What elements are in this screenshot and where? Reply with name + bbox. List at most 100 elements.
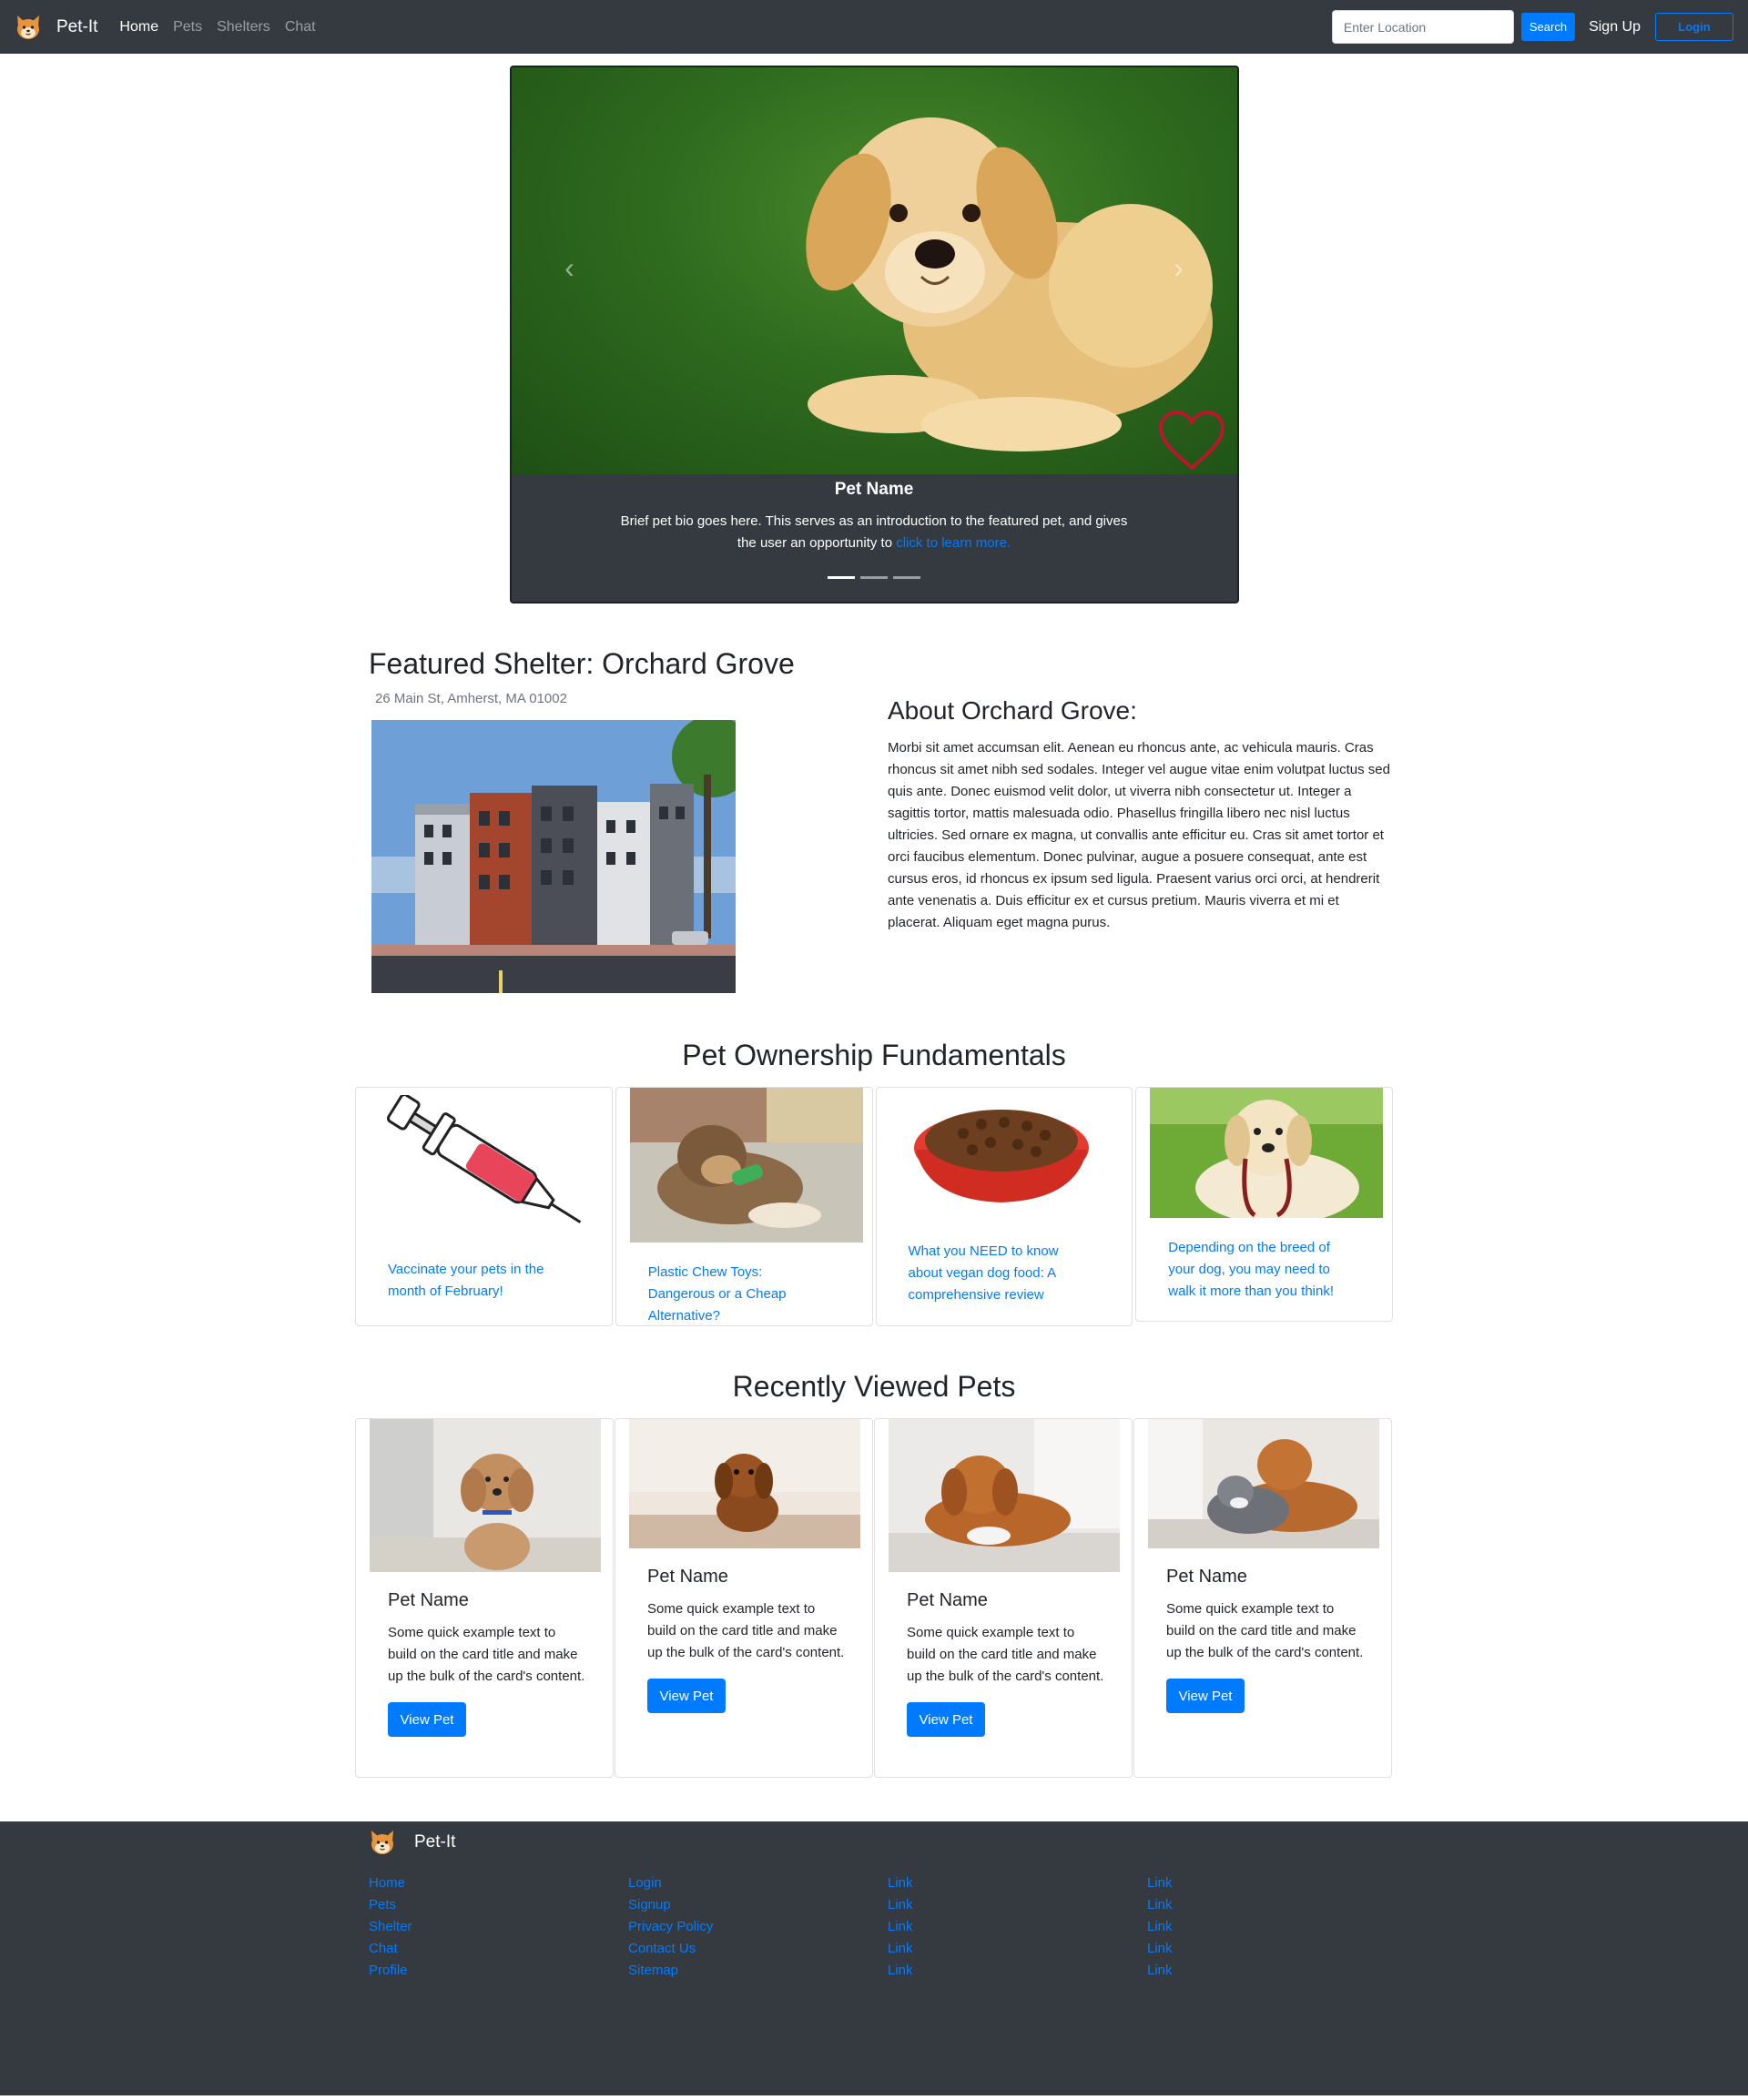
search-button[interactable]: Search bbox=[1520, 13, 1576, 41]
pet-description: Some quick example text to build on the … bbox=[907, 1625, 1104, 1684]
syringe-icon bbox=[386, 1095, 582, 1223]
carousel-next-icon[interactable]: › bbox=[1161, 249, 1197, 286]
nav-pets[interactable]: Pets bbox=[173, 19, 202, 36]
leash-dog-photo bbox=[1150, 1088, 1384, 1218]
footer-link-chat[interactable]: Chat bbox=[369, 1938, 615, 1960]
nav-right: Search Sign Up Login bbox=[1331, 10, 1733, 44]
carousel-indicator-3[interactable] bbox=[893, 576, 920, 579]
view-pet-button[interactable]: View Pet bbox=[388, 1702, 466, 1737]
nav-shelters[interactable]: Shelters bbox=[217, 19, 270, 36]
featured-pet-name: Pet Name bbox=[834, 480, 914, 499]
learn-more-link[interactable]: click to learn more. bbox=[896, 535, 1011, 551]
brand-name: Pet-It bbox=[56, 16, 98, 36]
pet-card-body: Pet Name Some quick example text to buil… bbox=[647, 1567, 848, 1713]
footer-link[interactable]: Link bbox=[888, 1960, 1133, 1982]
pet-name: Pet Name bbox=[388, 1590, 469, 1610]
main-container: Featured Shelter: Orchard Grove 26 Main … bbox=[355, 647, 1393, 1778]
recent-pets-cards: Pet Name Some quick example text to buil… bbox=[355, 1418, 1393, 1778]
carousel-pet-photo: ‹ › bbox=[511, 67, 1237, 474]
carousel-indicator-2[interactable] bbox=[860, 576, 888, 579]
featured-pet-carousel: ‹ › Pet Name Brief pet bio goes here. Th… bbox=[509, 66, 1239, 604]
footer-link-contact[interactable]: Contact Us bbox=[628, 1938, 874, 1960]
fundamentals-card-text[interactable]: Plastic Chew Toys: Dangerous or a Cheap … bbox=[648, 1262, 830, 1325]
footer-brand[interactable]: Pet-It bbox=[369, 1829, 1393, 1856]
pet-card: Pet Name Some quick example text to buil… bbox=[874, 1418, 1133, 1778]
featured-pet-bio: Brief pet bio goes here. This serves as … bbox=[619, 511, 1129, 554]
footer-link[interactable]: Link bbox=[1147, 1872, 1393, 1894]
shiba-logo-icon bbox=[17, 15, 39, 39]
footer-link[interactable]: Link bbox=[888, 1916, 1133, 1938]
pet-card: Pet Name Some quick example text to buil… bbox=[1133, 1418, 1392, 1778]
nav-home[interactable]: Home bbox=[119, 19, 158, 36]
pet-card: Pet Name Some quick example text to buil… bbox=[615, 1418, 873, 1778]
shelter-building-photo bbox=[371, 720, 736, 993]
shelter-address: 26 Main St, Amherst, MA 01002 bbox=[375, 691, 567, 706]
puppy-illustration bbox=[805, 117, 1213, 451]
footer-link[interactable]: Link bbox=[888, 1894, 1133, 1916]
about-text: Morbi sit amet accumsan elit. Aenean eu … bbox=[888, 740, 1390, 930]
location-input[interactable] bbox=[1331, 10, 1514, 44]
footer-link[interactable]: Link bbox=[888, 1938, 1133, 1960]
nav-chat[interactable]: Chat bbox=[285, 19, 316, 36]
fundamentals-title: Pet Ownership Fundamentals bbox=[682, 1039, 1066, 1071]
fundamentals-card[interactable]: Depending on the breed of your dog, you … bbox=[1135, 1087, 1393, 1322]
view-pet-button[interactable]: View Pet bbox=[907, 1702, 985, 1737]
pet-card-body: Pet Name Some quick example text to buil… bbox=[907, 1590, 1107, 1737]
login-button[interactable]: Login bbox=[1655, 13, 1733, 41]
footer-link[interactable]: Link bbox=[1147, 1938, 1393, 1960]
pet-description: Some quick example text to build on the … bbox=[388, 1625, 585, 1684]
footer-brand-name: Pet-It bbox=[414, 1832, 456, 1851]
pet-name: Pet Name bbox=[907, 1590, 988, 1610]
nav-links: Home Pets Shelters Chat bbox=[119, 19, 330, 36]
fundamentals-card-text[interactable]: Depending on the breed of your dog, you … bbox=[1168, 1237, 1350, 1303]
carousel-indicators bbox=[512, 576, 1237, 579]
bio-text: Brief pet bio goes here. This serves as … bbox=[620, 513, 1128, 551]
footer-link[interactable]: Link bbox=[1147, 1894, 1393, 1916]
view-pet-button[interactable]: View Pet bbox=[1166, 1679, 1245, 1713]
fundamentals-cards: Vaccinate your pets in the month of Febr… bbox=[355, 1087, 1393, 1326]
carousel-indicator-1[interactable] bbox=[828, 576, 855, 579]
view-pet-button[interactable]: View Pet bbox=[647, 1679, 726, 1713]
pet-card-body: Pet Name Some quick example text to buil… bbox=[1166, 1567, 1367, 1713]
footer-column: Home Pets Shelter Chat Profile bbox=[355, 1872, 615, 1982]
footer-link[interactable]: Link bbox=[1147, 1960, 1393, 1982]
pet-photo bbox=[889, 1419, 1120, 1572]
footer: Pet-It Home Pets Shelter Chat Profile Lo… bbox=[0, 1821, 1748, 2095]
brand-link[interactable]: Pet-It bbox=[15, 14, 97, 41]
signup-link[interactable]: Sign Up bbox=[1589, 19, 1641, 36]
footer-link[interactable]: Link bbox=[888, 1872, 1133, 1894]
footer-link-sitemap[interactable]: Sitemap bbox=[628, 1960, 874, 1982]
dog-food-bowl-icon bbox=[913, 1110, 1089, 1202]
featured-shelter: Featured Shelter: Orchard Grove 26 Main … bbox=[355, 647, 1393, 1039]
footer-link-home[interactable]: Home bbox=[369, 1872, 615, 1894]
footer-column: Login Signup Privacy Policy Contact Us S… bbox=[615, 1872, 874, 1982]
pet-card-body: Pet Name Some quick example text to buil… bbox=[388, 1590, 588, 1737]
footer-link-pets[interactable]: Pets bbox=[369, 1894, 615, 1916]
pet-card: Pet Name Some quick example text to buil… bbox=[355, 1418, 614, 1778]
footer-link-login[interactable]: Login bbox=[628, 1872, 874, 1894]
shelter-title: Featured Shelter: Orchard Grove bbox=[369, 647, 795, 680]
building-illustration bbox=[371, 720, 736, 993]
recent-pets-section: Recently Viewed Pets Pet Name Some quick… bbox=[355, 1370, 1393, 1778]
pet-name: Pet Name bbox=[1166, 1567, 1247, 1587]
fundamentals-card-text[interactable]: Vaccinate your pets in the month of Febr… bbox=[388, 1259, 570, 1303]
footer-link-signup[interactable]: Signup bbox=[628, 1894, 874, 1916]
footer-column: Link Link Link Link Link bbox=[874, 1872, 1133, 1982]
pet-description: Some quick example text to build on the … bbox=[1166, 1601, 1364, 1660]
carousel-prev-icon[interactable]: ‹ bbox=[552, 249, 588, 286]
fundamentals-section: Pet Ownership Fundamentals Vaccinate you… bbox=[355, 1039, 1393, 1326]
footer-link-profile[interactable]: Profile bbox=[369, 1960, 615, 1982]
fundamentals-card-text[interactable]: What you NEED to know about vegan dog fo… bbox=[909, 1241, 1091, 1306]
shiba-logo-icon bbox=[371, 1831, 393, 1854]
favorite-heart-icon[interactable] bbox=[1157, 410, 1226, 473]
footer-link-privacy[interactable]: Privacy Policy bbox=[628, 1916, 874, 1938]
pet-name: Pet Name bbox=[647, 1567, 728, 1587]
footer-columns: Home Pets Shelter Chat Profile Login Sig… bbox=[355, 1872, 1393, 1982]
pet-description: Some quick example text to build on the … bbox=[647, 1601, 845, 1660]
fundamentals-card[interactable]: Plastic Chew Toys: Dangerous or a Cheap … bbox=[615, 1087, 873, 1326]
fundamentals-card[interactable]: What you NEED to know about vegan dog fo… bbox=[875, 1087, 1133, 1326]
footer-link-shelter[interactable]: Shelter bbox=[369, 1916, 615, 1938]
pet-photo bbox=[1148, 1419, 1379, 1548]
footer-link[interactable]: Link bbox=[1147, 1916, 1393, 1938]
fundamentals-card[interactable]: Vaccinate your pets in the month of Febr… bbox=[355, 1087, 613, 1326]
